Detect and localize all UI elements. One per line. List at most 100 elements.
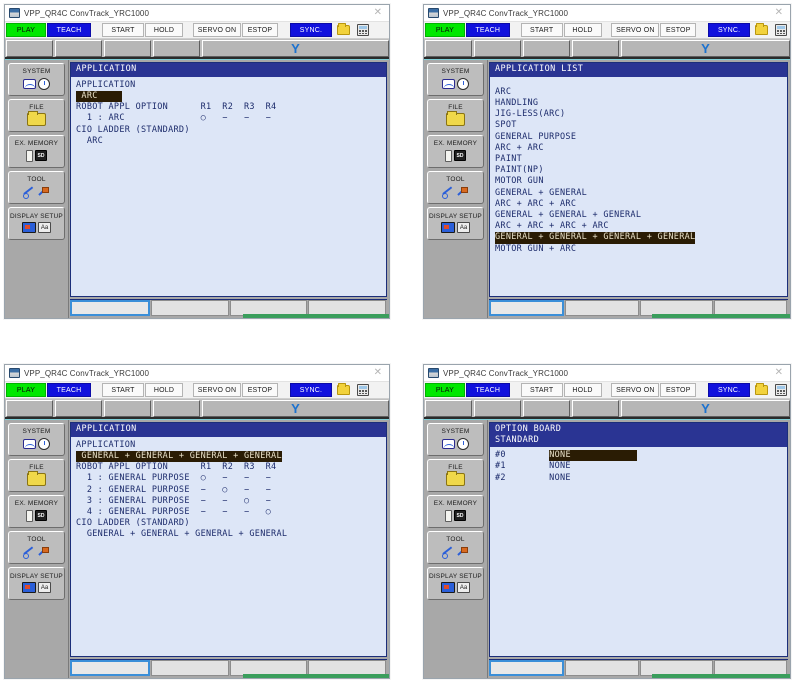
sidebar-item-ex-memory[interactable]: EX. MEMORY SD (427, 135, 484, 168)
close-icon[interactable]: ✕ (770, 8, 788, 18)
hold-button[interactable]: HOLD (563, 383, 602, 397)
sync-button[interactable]: SYNC. (708, 383, 751, 397)
key-button-1[interactable] (6, 40, 53, 57)
sidebar-item-system[interactable]: SYSTEM (8, 423, 65, 456)
play-button[interactable]: PLAY (425, 23, 465, 37)
close-icon[interactable]: ✕ (369, 8, 387, 18)
sync-button[interactable]: SYNC. (290, 383, 332, 397)
sidebar-item-system[interactable]: SYSTEM (8, 63, 65, 96)
start-button[interactable]: START (102, 23, 144, 37)
selected-item[interactable]: NONE (549, 450, 638, 462)
sidebar-item-label: EX. MEMORY (14, 140, 59, 148)
estop-button[interactable]: ESTOP (660, 383, 697, 397)
key-button-3[interactable] (104, 400, 151, 417)
teach-button[interactable]: TEACH (47, 23, 91, 37)
servo-on-button[interactable]: SERVO ON (193, 23, 241, 37)
sidebar-item-file[interactable]: FILE (427, 99, 484, 132)
sidebar-item-label: TOOL (446, 536, 465, 544)
sidebar-item-label: EX. MEMORY (14, 500, 59, 508)
bottom-tabbar: Main Menu Simple Menu Maintenance mode (424, 318, 790, 319)
servo-on-button[interactable]: SERVO ON (611, 23, 660, 37)
key-button-4[interactable] (572, 40, 619, 57)
sync-button[interactable]: SYNC. (708, 23, 751, 37)
play-button[interactable]: PLAY (6, 383, 46, 397)
calculator-icon[interactable] (772, 383, 789, 397)
folder-icon[interactable] (335, 23, 352, 37)
close-icon[interactable]: ✕ (770, 368, 788, 378)
sidebar-item-display-setup[interactable]: DISPLAY SETUP Aa (8, 567, 65, 600)
key-button-1[interactable] (425, 40, 472, 57)
function-key-1[interactable] (489, 660, 565, 676)
sidebar-item-file[interactable]: FILE (8, 459, 65, 492)
key-button-1[interactable] (425, 400, 472, 417)
teach-button[interactable]: TEACH (465, 383, 510, 397)
calculator-icon[interactable] (772, 23, 789, 37)
selected-item[interactable]: ARC (76, 90, 122, 103)
sidebar-item-file[interactable]: FILE (8, 99, 65, 132)
sidebar-item-file[interactable]: FILE (427, 459, 484, 492)
screen-line (495, 80, 782, 87)
selected-item[interactable]: GENERAL + GENERAL + GENERAL + GENERAL (495, 232, 696, 244)
sidebar-item-tool[interactable]: TOOL (8, 171, 65, 204)
function-key-1[interactable] (70, 300, 150, 316)
function-key-1[interactable] (489, 300, 565, 316)
sidebar-item-tool[interactable]: TOOL (427, 531, 484, 564)
sidebar-item-display-setup[interactable]: DISPLAY SETUP Aa (8, 207, 65, 240)
teach-button[interactable]: TEACH (47, 383, 91, 397)
teach-button[interactable]: TEACH (465, 23, 510, 37)
servo-on-button[interactable]: SERVO ON (193, 383, 241, 397)
key-button-3[interactable] (523, 400, 570, 417)
toolbar-gap (603, 383, 611, 397)
close-icon[interactable]: ✕ (369, 368, 387, 378)
sidebar-item-system[interactable]: SYSTEM (427, 423, 484, 456)
key-button-2[interactable] (474, 400, 521, 417)
sidebar-item-system[interactable]: SYSTEM (427, 63, 484, 96)
start-button[interactable]: START (520, 23, 563, 37)
sidebar-item-display-setup[interactable]: DISPLAY SETUP Aa (427, 567, 484, 600)
play-button[interactable]: PLAY (425, 383, 465, 397)
folder-icon[interactable] (335, 383, 352, 397)
screen-title: APPLICATION (76, 64, 137, 74)
key-button-2[interactable] (474, 40, 521, 57)
sidebar-item-display-setup[interactable]: DISPLAY SETUP Aa (427, 207, 484, 240)
sidebar-item-label: TOOL (446, 176, 465, 184)
function-key-1[interactable] (70, 660, 150, 676)
key-button-2[interactable] (55, 400, 102, 417)
function-key-2[interactable] (150, 660, 229, 676)
folder-icon[interactable] (753, 23, 770, 37)
function-key-2[interactable] (150, 300, 229, 316)
estop-button[interactable]: ESTOP (660, 23, 697, 37)
sidebar-item-ex-memory[interactable]: EX. MEMORY SD (427, 495, 484, 528)
key-button-1[interactable] (6, 400, 53, 417)
play-button[interactable]: PLAY (6, 23, 46, 37)
key-button-3[interactable] (523, 40, 570, 57)
hold-button[interactable]: HOLD (145, 383, 183, 397)
function-key-2[interactable] (565, 300, 639, 316)
estop-button[interactable]: ESTOP (242, 383, 278, 397)
start-button[interactable]: START (102, 383, 144, 397)
calculator-icon[interactable] (354, 383, 371, 397)
key-button-4[interactable] (572, 400, 619, 417)
start-button[interactable]: START (520, 383, 563, 397)
sidebar-item-tool[interactable]: TOOL (427, 171, 484, 204)
selected-item[interactable]: GENERAL + GENERAL + GENERAL + GENERAL (76, 450, 282, 463)
sidebar-item-ex-memory[interactable]: EX. MEMORY SD (8, 135, 65, 168)
sidebar-item-label: SYSTEM (441, 428, 470, 436)
servo-on-button[interactable]: SERVO ON (611, 383, 660, 397)
estop-button[interactable]: ESTOP (242, 23, 278, 37)
sidebar-item-tool[interactable]: TOOL (8, 531, 65, 564)
screen-line: #2 NONE (495, 472, 571, 483)
sync-button[interactable]: SYNC. (290, 23, 332, 37)
folder-icon[interactable] (753, 383, 770, 397)
key-button-4[interactable] (153, 40, 200, 57)
hold-button[interactable]: HOLD (145, 23, 183, 37)
calculator-icon[interactable] (354, 23, 371, 37)
key-button-3[interactable] (104, 40, 151, 57)
toolbar-gap (184, 383, 192, 397)
hold-button[interactable]: HOLD (563, 23, 602, 37)
key-button-2[interactable] (55, 40, 102, 57)
sidebar-item-ex-memory[interactable]: EX. MEMORY SD (8, 495, 65, 528)
window-title: VPP_QR4C ConvTrack_YRC1000 (443, 8, 569, 18)
key-button-4[interactable] (153, 400, 200, 417)
function-key-2[interactable] (565, 660, 639, 676)
